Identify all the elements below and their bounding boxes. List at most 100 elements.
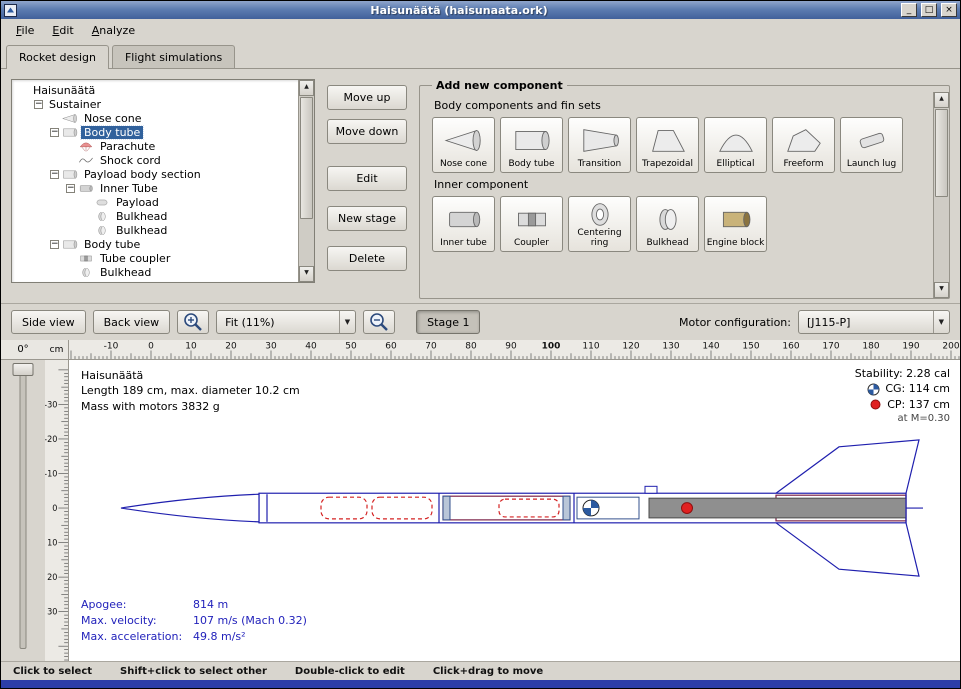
tree-expander-icon[interactable]: −: [50, 240, 59, 249]
app-icon[interactable]: [4, 4, 17, 17]
chevron-down-icon[interactable]: ▼: [339, 311, 355, 333]
component-launch-lug-button[interactable]: Launch lug: [840, 117, 903, 173]
tree-row: − Inner Tube: [14, 181, 299, 195]
nosecone-icon: [62, 113, 78, 124]
tree-expander-icon[interactable]: −: [50, 128, 59, 137]
tree-item-shock-cord[interactable]: Shock cord: [97, 154, 164, 167]
new-stage-button[interactable]: New stage: [327, 206, 407, 231]
edit-button[interactable]: Edit: [327, 166, 407, 191]
component-nose-cone-button[interactable]: Nose cone: [432, 117, 495, 173]
app-window: Haisunäätä (haisunaata.ork) _ □ × FileEd…: [0, 0, 961, 689]
svg-text:130: 130: [662, 342, 679, 352]
max-velocity-value: 107 m/s (Mach 0.32): [193, 613, 307, 629]
bulkhead-icon: [94, 211, 110, 222]
tree-item-haisun-t[interactable]: Haisunäätä: [30, 84, 98, 97]
bulkhead-icon: [94, 225, 110, 236]
chevron-down-icon[interactable]: ▼: [933, 311, 949, 333]
bodytube-icon: [62, 127, 78, 138]
tree-item-body-tube[interactable]: Body tube: [81, 126, 143, 139]
scroll-up-arrow-icon[interactable]: ▲: [299, 80, 314, 96]
tree-expander-icon[interactable]: −: [34, 100, 43, 109]
menu-analyze[interactable]: Analyze: [83, 21, 144, 40]
palette-scrollbar-thumb[interactable]: [935, 109, 948, 197]
tree-item-bulkhead[interactable]: Bulkhead: [113, 210, 170, 223]
menu-file[interactable]: File: [7, 21, 43, 40]
scroll-up-arrow-icon[interactable]: ▲: [934, 92, 949, 108]
cp-marker: [682, 503, 693, 514]
close-button[interactable]: ×: [941, 3, 957, 17]
engineblock-icon: [716, 206, 756, 233]
component-transition-button[interactable]: Transition: [568, 117, 631, 173]
menu-edit[interactable]: Edit: [43, 21, 82, 40]
tree-item-bulkhead[interactable]: Bulkhead: [113, 224, 170, 237]
parachute-icon: [78, 141, 94, 152]
svg-text:0: 0: [52, 503, 57, 513]
component-bulkhead-button[interactable]: Bulkhead: [636, 196, 699, 252]
back-view-button[interactable]: Back view: [93, 310, 171, 334]
tree-row: Bulkhead: [14, 223, 299, 237]
innertube-icon: [78, 183, 94, 194]
maximize-button[interactable]: □: [921, 3, 937, 17]
status-bar: Click to selectShift+click to select oth…: [1, 661, 960, 680]
status-hint: Click to select: [13, 666, 92, 677]
component-centering-ring-button[interactable]: Centering ring: [568, 196, 631, 252]
stage-1-toggle[interactable]: Stage 1: [416, 310, 480, 334]
svg-text:0: 0: [148, 342, 154, 352]
tab-flight-simulations[interactable]: Flight simulations: [112, 45, 235, 68]
delete-button[interactable]: Delete: [327, 246, 407, 271]
component-label: Elliptical: [717, 160, 755, 170]
motor-configuration-combo[interactable]: [J115-P] ▼: [798, 310, 950, 334]
tree-item-parachute[interactable]: Parachute: [97, 140, 158, 153]
tree-item-sustainer[interactable]: Sustainer: [46, 98, 104, 111]
move-up-button[interactable]: Move up: [327, 85, 407, 110]
tree-expander-icon[interactable]: −: [50, 170, 59, 179]
bodytube-icon: [62, 127, 78, 138]
component-label: Body tube: [508, 160, 554, 170]
tree-item-tube-coupler[interactable]: Tube coupler: [97, 252, 173, 265]
max-acceleration-value: 49.8 m/s²: [193, 629, 246, 645]
scroll-down-arrow-icon[interactable]: ▼: [299, 266, 314, 282]
tree-item-payload[interactable]: Payload: [113, 196, 162, 209]
zoom-out-button[interactable]: [363, 310, 395, 334]
component-trapezoidal-button[interactable]: Trapezoidal: [636, 117, 699, 173]
zoom-in-button[interactable]: [177, 310, 209, 334]
minimize-button[interactable]: _: [901, 3, 917, 17]
tree-scrollbar-track[interactable]: [299, 96, 314, 266]
rocket-figure-area: 0° cm -100102030405060708090100110120130…: [1, 340, 960, 661]
scroll-down-arrow-icon[interactable]: ▼: [934, 282, 949, 298]
cg-marker: [583, 500, 599, 516]
palette-scrollbar-track[interactable]: [934, 108, 949, 282]
palette-scrollbar[interactable]: ▲ ▼: [933, 92, 949, 298]
tree-item-nose-cone[interactable]: Nose cone: [81, 112, 144, 125]
tree-item-payload-body-section[interactable]: Payload body section: [81, 168, 204, 181]
palette-row: Nose cone Body tube TransitionTrapezoidal E…: [432, 117, 927, 173]
zoom-in-icon: [182, 311, 204, 333]
tree-scrollbar[interactable]: ▲ ▼: [298, 80, 314, 282]
rocket-length-info: Length 189 cm, max. diameter 10.2 cm: [81, 383, 300, 398]
tree-item-inner-tube[interactable]: Inner Tube: [97, 182, 161, 195]
motor-configuration-value: [J115-P]: [807, 316, 923, 329]
rotation-slider-track[interactable]: [20, 368, 27, 649]
component-body-tube-button[interactable]: Body tube: [500, 117, 563, 173]
zoom-combo[interactable]: Fit (11%) ▼: [216, 310, 356, 334]
tree-item-body-tube[interactable]: Body tube: [81, 238, 143, 251]
tree-scrollbar-thumb[interactable]: [300, 97, 313, 219]
tab-rocket-design[interactable]: Rocket design: [6, 45, 109, 69]
tree-expander-icon[interactable]: −: [66, 184, 75, 193]
component-engine-block-button[interactable]: Engine block: [704, 196, 767, 252]
bodytube-icon: [62, 169, 78, 180]
bulkhead-icon: [94, 211, 110, 222]
bodytube-icon: [62, 239, 78, 250]
component-elliptical-button[interactable]: Elliptical: [704, 117, 767, 173]
svg-text:60: 60: [385, 342, 396, 352]
component-coupler-button[interactable]: Coupler: [500, 196, 563, 252]
bodytube-icon: [62, 239, 78, 250]
component-freeform-button[interactable]: Freeform: [772, 117, 835, 173]
rotation-slider-handle[interactable]: [13, 363, 34, 376]
component-inner-tube-button[interactable]: Inner tube: [432, 196, 495, 252]
move-down-button[interactable]: Move down: [327, 119, 407, 144]
shockcord-icon: [78, 155, 94, 166]
side-view-button[interactable]: Side view: [11, 310, 86, 334]
rotation-angle-label: 0°: [1, 340, 45, 360]
tree-item-bulkhead[interactable]: Bulkhead: [97, 266, 154, 279]
